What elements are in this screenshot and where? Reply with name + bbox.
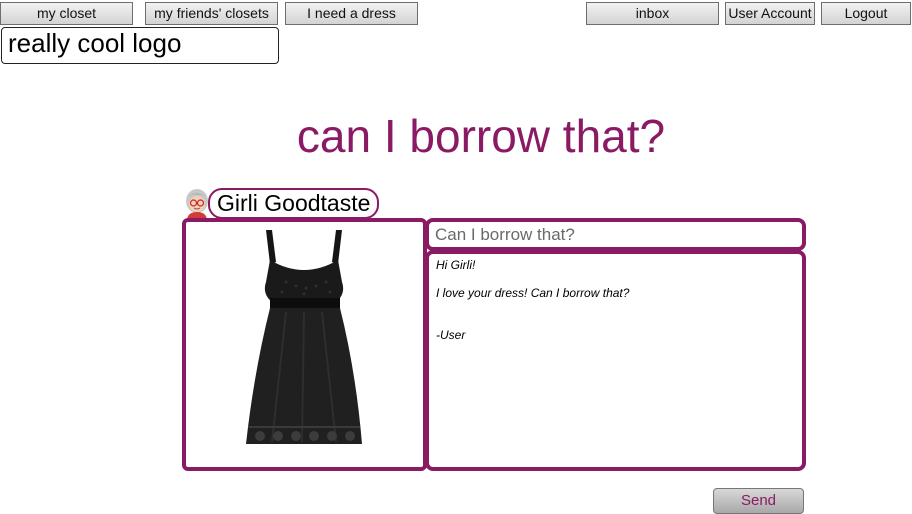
nav-user-account-button[interactable]: User Account <box>725 2 815 25</box>
message-line: Hi Girli! <box>436 258 476 272</box>
send-button[interactable]: Send <box>713 488 804 514</box>
item-image-panel <box>182 218 427 471</box>
nav-friends-closets-button[interactable]: my friends' closets <box>145 2 278 25</box>
nav-logout-button[interactable]: Logout <box>821 2 911 25</box>
message-textarea[interactable]: Hi Girli! I love your dress! Can I borro… <box>425 250 806 471</box>
site-logo[interactable]: really cool logo <box>1 27 279 64</box>
nav-inbox-button[interactable]: inbox <box>586 2 719 25</box>
message-line: I love your dress! Can I borrow that? <box>436 286 630 300</box>
subject-input[interactable]: Can I borrow that? <box>425 218 806 251</box>
message-line: -User <box>436 328 466 342</box>
page-title: can I borrow that? <box>296 110 666 162</box>
nav-need-dress-button[interactable]: I need a dress <box>285 2 418 25</box>
dress-image <box>246 230 362 444</box>
nav-my-closet-button[interactable]: my closet <box>0 2 133 25</box>
recipient-name-label: Girli Goodtaste <box>208 188 380 219</box>
